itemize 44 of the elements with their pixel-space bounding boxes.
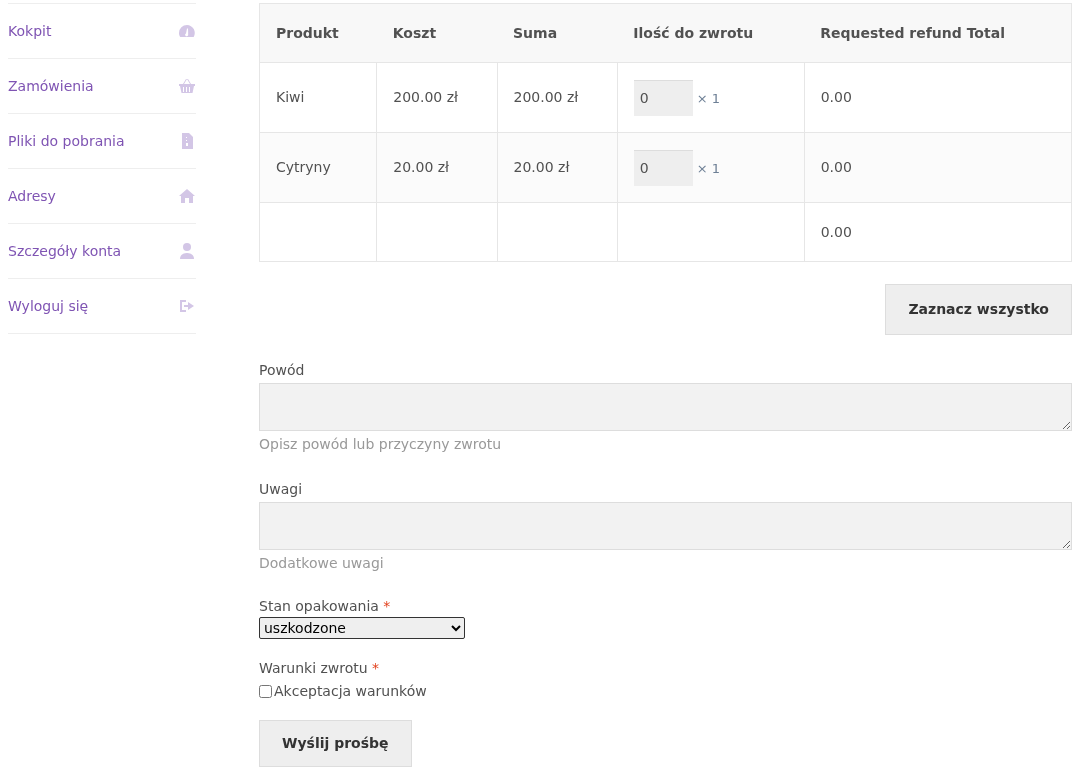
column-header: Requested refund Total <box>804 3 1072 63</box>
column-header: Koszt <box>376 3 497 63</box>
nav-link[interactable]: Zamówienia <box>8 75 94 97</box>
table-cell: 20.00 zł <box>376 132 497 203</box>
table-cell: 20.00 zł <box>497 132 618 203</box>
table-cell: 200.00 zł <box>497 62 618 133</box>
field-label: Uwagi <box>259 481 303 497</box>
text-area[interactable] <box>259 383 1072 431</box>
column-header: Suma <box>497 3 618 63</box>
quantity-field[interactable]: 0 <box>633 149 693 186</box>
field-label: Warunki zwrotu <box>259 660 368 676</box>
column-header: Produkt <box>259 3 377 63</box>
submit-button[interactable]: Wyślij prośbę <box>259 720 412 767</box>
nav-link[interactable]: Kokpit <box>8 20 52 42</box>
table-cell: 0.00 <box>804 132 1072 203</box>
table-cell: 0.00 <box>804 62 1072 133</box>
user-icon <box>178 242 196 260</box>
packaging-select[interactable]: uszkodzone <box>259 617 465 639</box>
nav-link[interactable]: Adresy <box>8 185 56 207</box>
field-hint: Dodatkowe uwagi <box>259 555 384 571</box>
select-all-button[interactable]: Zaznacz wszystko <box>885 284 1072 335</box>
nav-link[interactable]: Pliki do pobrania <box>8 130 125 152</box>
column-header: Ilość do zwrotu <box>617 3 805 63</box>
gauge-icon <box>178 22 196 40</box>
house-icon <box>178 187 196 205</box>
basket-icon <box>178 77 196 95</box>
max-quantity: × 1 <box>696 161 721 176</box>
required-mark: * <box>372 660 380 676</box>
text-area[interactable] <box>259 502 1072 550</box>
sign-out-icon <box>178 297 196 315</box>
nav-link[interactable]: Szczegóły konta <box>8 240 122 262</box>
table-cell: Kiwi <box>259 62 377 133</box>
required-mark: * <box>383 598 391 614</box>
table-cell: 0.00 <box>804 202 1072 262</box>
checkbox-label: Akceptacja warunków <box>274 682 427 701</box>
field-label: Powód <box>259 362 305 378</box>
field-hint: Opisz powód lub przyczyny zwrotu <box>259 436 502 452</box>
nav-link[interactable]: Wyloguj się <box>8 295 89 317</box>
quantity-field[interactable]: 0 <box>633 79 693 116</box>
table-cell: Cytryny <box>259 132 377 203</box>
table-cell: 200.00 zł <box>376 62 497 133</box>
field-label: Stan opakowania <box>259 598 379 614</box>
max-quantity: × 1 <box>696 91 721 106</box>
terms-checkbox[interactable] <box>259 685 272 698</box>
